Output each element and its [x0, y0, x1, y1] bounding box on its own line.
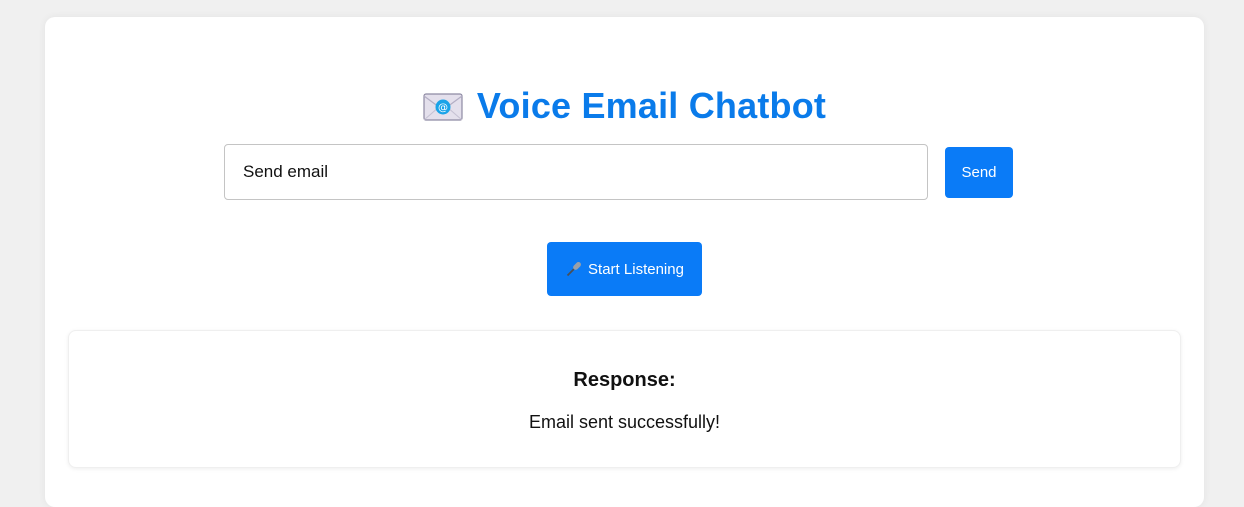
page-title: Voice Email Chatbot: [476, 85, 827, 126]
svg-text:@: @: [438, 103, 448, 114]
message-input[interactable]: [224, 144, 928, 200]
response-text: Email sent successfully!: [528, 412, 721, 432]
composer: Send: [224, 144, 1013, 200]
response-heading: Response:: [573, 369, 676, 391]
microphone-icon: [566, 261, 581, 276]
send-button[interactable]: Send: [945, 146, 1013, 198]
start-listening-label: Start Listening: [588, 260, 684, 278]
response-panel: Response: Email sent successfully!: [68, 330, 1181, 468]
incoming-envelope-icon: @: [423, 93, 463, 121]
chatbot-card: @ Voice Email Chatbot Send Start Listeni…: [45, 17, 1204, 507]
header: @ Voice Email Chatbot: [45, 83, 1204, 129]
start-listening-button[interactable]: Start Listening: [547, 242, 702, 296]
